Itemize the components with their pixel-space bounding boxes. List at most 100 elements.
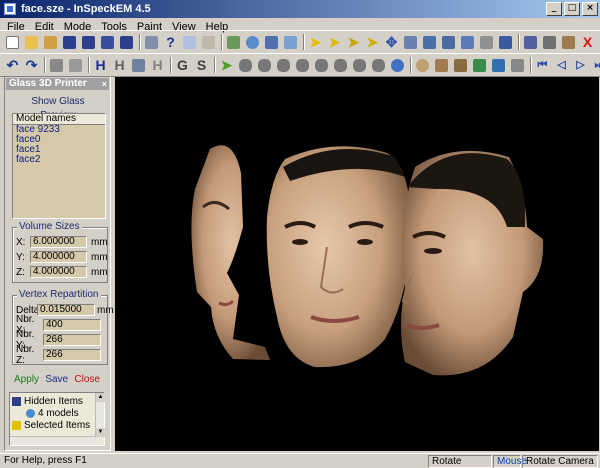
light-button[interactable] xyxy=(389,57,406,74)
paste-button[interactable] xyxy=(67,57,84,74)
eye-button[interactable] xyxy=(414,57,431,74)
vertex-repartition-group: Vertex Repartition Delta: 0.015000 mm Nb… xyxy=(12,289,114,366)
select-all-button[interactable]: ➤ xyxy=(364,34,381,51)
minimize-button[interactable]: _ xyxy=(546,2,562,16)
context-help-button[interactable] xyxy=(181,34,198,51)
redo-button[interactable]: ↷ xyxy=(23,57,40,74)
nbr-x-field[interactable]: 400 xyxy=(43,319,101,331)
fuse-button[interactable] xyxy=(459,34,476,51)
app-icon xyxy=(4,3,16,15)
view-top-button[interactable] xyxy=(294,57,311,74)
face-shade-button[interactable] xyxy=(452,57,469,74)
select-point-button[interactable]: ➤ xyxy=(326,34,343,51)
apply-button[interactable]: Apply xyxy=(14,374,39,385)
undo-button[interactable]: ↶ xyxy=(4,57,21,74)
help-button[interactable]: ? xyxy=(162,34,179,51)
select-region-button[interactable]: ➤ xyxy=(345,34,362,51)
hidden-items-label: Hidden Items xyxy=(24,396,83,407)
view-bottom-button[interactable] xyxy=(313,57,330,74)
view-iso-button[interactable] xyxy=(332,57,349,74)
save-button[interactable] xyxy=(61,34,78,51)
hide-all-button[interactable]: H xyxy=(111,57,128,74)
tree-vertical-scrollbar[interactable]: ▲ ▼ xyxy=(95,393,105,437)
mesh-smooth-button[interactable] xyxy=(509,57,526,74)
show-glass-preview-button[interactable]: Show Glass Preview xyxy=(15,95,101,121)
save-as-button[interactable] xyxy=(80,34,97,51)
tree-row-selected[interactable]: Selected Items xyxy=(12,420,90,431)
close-button[interactable]: × xyxy=(582,2,598,16)
list-item[interactable]: face2 xyxy=(13,155,105,165)
nbr-y-field[interactable]: 266 xyxy=(43,334,101,346)
align-button[interactable] xyxy=(421,34,438,51)
nbr-z-field[interactable]: 266 xyxy=(43,349,101,361)
mesh-button[interactable] xyxy=(490,57,507,74)
close-panel-button[interactable]: Close xyxy=(74,374,100,385)
properties-button[interactable] xyxy=(200,34,217,51)
tree-horizontal-scrollbar[interactable] xyxy=(10,436,96,445)
panel-close-icon[interactable]: × xyxy=(102,78,107,90)
volume-y-row: Y: 4.000000 mm xyxy=(13,251,108,263)
tree-row-hidden[interactable]: Hidden Items xyxy=(12,396,83,407)
eye-icon xyxy=(416,58,429,72)
face-icon xyxy=(562,35,575,49)
texture-button[interactable] xyxy=(263,34,280,51)
hide-button[interactable]: H xyxy=(92,57,109,74)
export-button[interactable] xyxy=(118,34,135,51)
open-file-button[interactable] xyxy=(23,34,40,51)
print-button[interactable] xyxy=(143,34,160,51)
view-back-button[interactable] xyxy=(275,57,292,74)
select-model-button[interactable]: ➤ xyxy=(218,57,235,74)
face-icon xyxy=(435,58,448,72)
maximize-button[interactable]: □ xyxy=(564,2,580,16)
select-button[interactable]: ➤ xyxy=(307,34,324,51)
points-button[interactable] xyxy=(478,34,495,51)
play-button[interactable]: ▷ xyxy=(572,57,589,74)
tree-row-models[interactable]: 4 models xyxy=(26,408,79,419)
wireframe-button[interactable] xyxy=(282,34,299,51)
scroll-up-icon[interactable]: ▲ xyxy=(96,393,105,402)
volume-x-field[interactable]: 6.000000 xyxy=(30,236,87,248)
last-frame-button[interactable]: ⏭ xyxy=(591,57,600,74)
toolbar-separator xyxy=(212,56,218,74)
scroll-down-icon[interactable]: ▼ xyxy=(96,428,105,437)
nbr-z-label: Nbr. Z: xyxy=(16,344,35,366)
3d-viewport[interactable] xyxy=(115,77,599,451)
measure-button[interactable] xyxy=(497,34,514,51)
rotate-button[interactable] xyxy=(402,34,419,51)
model-list[interactable]: Model names face 9233 face0 face1 face2 xyxy=(12,113,106,219)
axis-x-button[interactable]: X xyxy=(579,34,596,51)
cut-button[interactable] xyxy=(48,57,65,74)
unhide-button[interactable]: H xyxy=(149,57,166,74)
face-button[interactable] xyxy=(560,34,577,51)
new-file-button[interactable] xyxy=(4,34,21,51)
save-all-button[interactable] xyxy=(99,34,116,51)
view-front-button[interactable] xyxy=(237,57,254,74)
toolbar-separator xyxy=(516,33,522,51)
merge-button[interactable] xyxy=(440,34,457,51)
group-button[interactable]: G xyxy=(174,57,191,74)
face-color-button[interactable] xyxy=(471,57,488,74)
bust-button[interactable] xyxy=(522,34,539,51)
head-button[interactable] xyxy=(541,34,558,51)
view-side-button[interactable] xyxy=(256,57,273,74)
volume-z-row: Z: 4.000000 mm xyxy=(13,266,108,278)
item-tree[interactable]: Hidden Items 4 models Selected Items ▲ ▼ xyxy=(9,392,105,446)
move-button[interactable]: ✥ xyxy=(383,34,400,51)
shading-button[interactable] xyxy=(244,34,261,51)
separate-button[interactable]: S xyxy=(193,57,210,74)
view-left-button[interactable] xyxy=(351,57,368,74)
first-frame-button[interactable]: ⏮ xyxy=(534,57,551,74)
volume-y-field[interactable]: 4.000000 xyxy=(30,251,87,263)
head-gray-icon xyxy=(334,58,347,72)
hide-selection-button[interactable] xyxy=(130,57,147,74)
delta-field[interactable]: 0.015000 xyxy=(37,304,95,316)
face-texture-button[interactable] xyxy=(433,57,450,74)
volume-z-field[interactable]: 4.000000 xyxy=(30,266,87,278)
open-model-button[interactable] xyxy=(42,34,59,51)
render-mode-button[interactable] xyxy=(225,34,242,51)
face-model-right xyxy=(401,150,544,376)
panel-title: Glass 3D Printer xyxy=(9,78,87,89)
play-back-button[interactable]: ◁ xyxy=(553,57,570,74)
view-right-button[interactable] xyxy=(370,57,387,74)
save-settings-button[interactable]: Save xyxy=(45,374,68,385)
